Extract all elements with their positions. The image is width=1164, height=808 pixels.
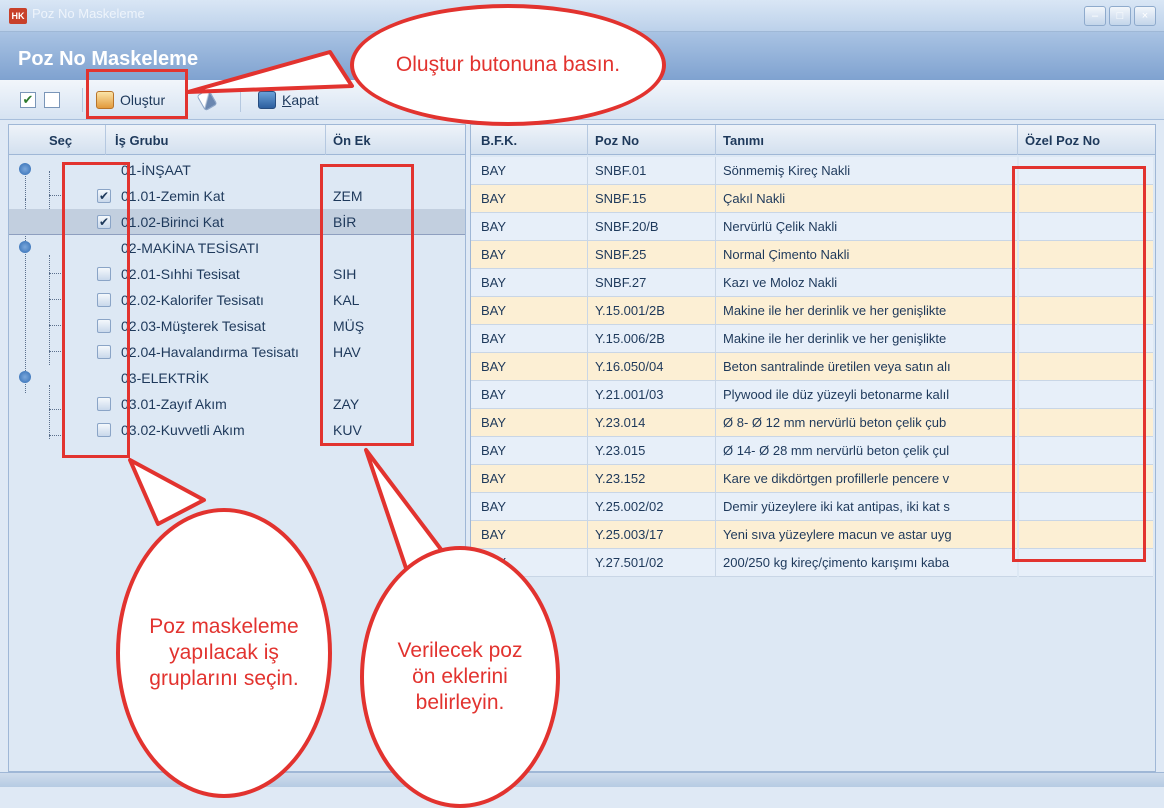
onek-callout: Verilecek poz ön eklerini belirleyin. (360, 546, 560, 808)
secin-callout: Poz maskeleme yapılacak iş gruplarını se… (116, 508, 332, 798)
olustur-callout: Oluştur butonuna basın. (350, 4, 666, 126)
